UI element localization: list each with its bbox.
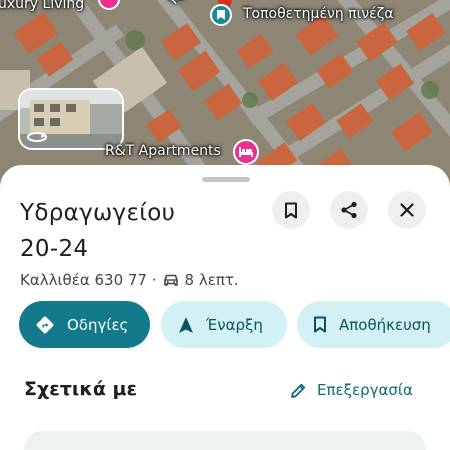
bookmark-icon [285,202,297,218]
share-button[interactable] [330,191,368,229]
close-button[interactable] [388,191,426,229]
sheet-drag-handle[interactable] [202,177,250,182]
place-locality: Καλλιθέα 630 77 · [20,271,157,289]
bed-icon [239,147,253,157]
edit-label: Επεξεργασία [317,381,413,399]
hotel-pin-rt-apartments[interactable] [233,139,259,165]
bookmark-pin-icon [217,10,225,20]
about-heading: Σχετικά με [24,378,138,400]
car-icon [163,274,178,286]
share-icon [341,201,357,219]
place-bottom-sheet[interactable]: Υδραγωγείου 20-24 Καλλιθέα 630 77 · 8 λε… [0,165,450,450]
navigation-arrow-icon [179,316,193,333]
directions-label: Οδηγίες [67,315,129,334]
place-title: Υδραγωγείου 20-24 [20,195,250,267]
bookmark-button[interactable] [272,191,310,229]
pencil-icon [291,383,306,398]
about-card[interactable] [24,431,426,450]
save-button[interactable]: Αποθήκευση [297,301,450,348]
bookmark-outline-icon [314,316,326,333]
map-label-rt-apartments[interactable]: R&T Apartments [105,143,221,159]
drive-time: 8 λεπτ. [184,271,239,289]
saved-pin-marker[interactable] [210,4,232,26]
place-title-line2: 20-24 [20,236,89,262]
street-view-thumbnail[interactable] [18,88,124,150]
close-icon [400,203,414,217]
edit-link[interactable]: Επεξεργασία [290,381,413,399]
start-label: Έναρξη [206,315,263,334]
save-label: Αποθήκευση [339,315,431,334]
360-rotate-icon [27,132,47,142]
directions-icon [36,316,54,333]
place-title-line1: Υδραγωγείου [20,200,176,226]
directions-button[interactable]: Οδηγίες [19,301,150,348]
map-label-saved-pin[interactable]: Τοποθετημένη πινέζα [243,6,394,22]
start-navigation-button[interactable]: Έναρξη [161,301,287,348]
map-label-luxury-living[interactable]: uxury Living [0,0,84,12]
place-subtitle: Καλλιθέα 630 77 · 8 λεπτ. [20,271,239,289]
